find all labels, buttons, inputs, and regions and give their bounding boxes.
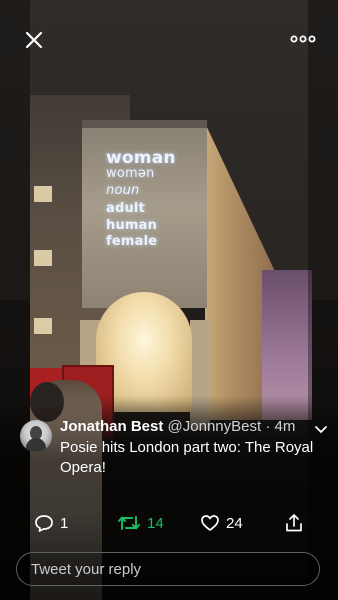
- tweet-time: · 4m: [265, 418, 296, 435]
- retweet-count: 14: [147, 514, 164, 532]
- reply-box[interactable]: [16, 552, 320, 586]
- share-icon: [286, 514, 302, 532]
- building-roof: [30, 55, 130, 95]
- projection-line: womən: [106, 166, 155, 181]
- close-icon: [25, 31, 43, 49]
- heart-icon: [201, 515, 219, 531]
- window: [34, 318, 52, 334]
- share-button[interactable]: [284, 512, 304, 534]
- like-count: 24: [226, 514, 243, 532]
- chevron-down-icon: [315, 426, 327, 434]
- author-handle[interactable]: @JonnnyBest: [168, 418, 262, 435]
- projection-line: noun: [106, 183, 140, 198]
- reply-count: 1: [60, 514, 69, 532]
- reply-icon: [35, 515, 53, 532]
- reply-button[interactable]: 1: [34, 512, 68, 534]
- avatar-body: [26, 438, 46, 452]
- tweet-actions: 1 14 24: [0, 508, 338, 538]
- author-name[interactable]: Jonathan Best: [60, 418, 163, 435]
- more-horizontal-icon: [290, 35, 316, 43]
- like-button[interactable]: 24: [200, 512, 243, 534]
- window: [34, 250, 52, 266]
- tweet-menu-button[interactable]: [314, 422, 328, 434]
- tweet-header: Jonathan Best @JonnnyBest · 4m: [60, 418, 308, 435]
- close-button[interactable]: [22, 28, 46, 52]
- avatar[interactable]: [20, 420, 52, 452]
- tweet-text: Posie hits London part two: The Royal Op…: [60, 439, 314, 476]
- projection-line: female: [106, 234, 158, 249]
- retweet-button[interactable]: 14: [117, 512, 164, 534]
- window: [34, 186, 52, 202]
- retweet-icon: [118, 516, 140, 530]
- projection-line: woman: [106, 148, 176, 168]
- reply-input[interactable]: [31, 553, 307, 585]
- projection-line: human: [106, 218, 158, 233]
- more-options-button[interactable]: [290, 32, 316, 46]
- projection-line: adult: [106, 201, 146, 216]
